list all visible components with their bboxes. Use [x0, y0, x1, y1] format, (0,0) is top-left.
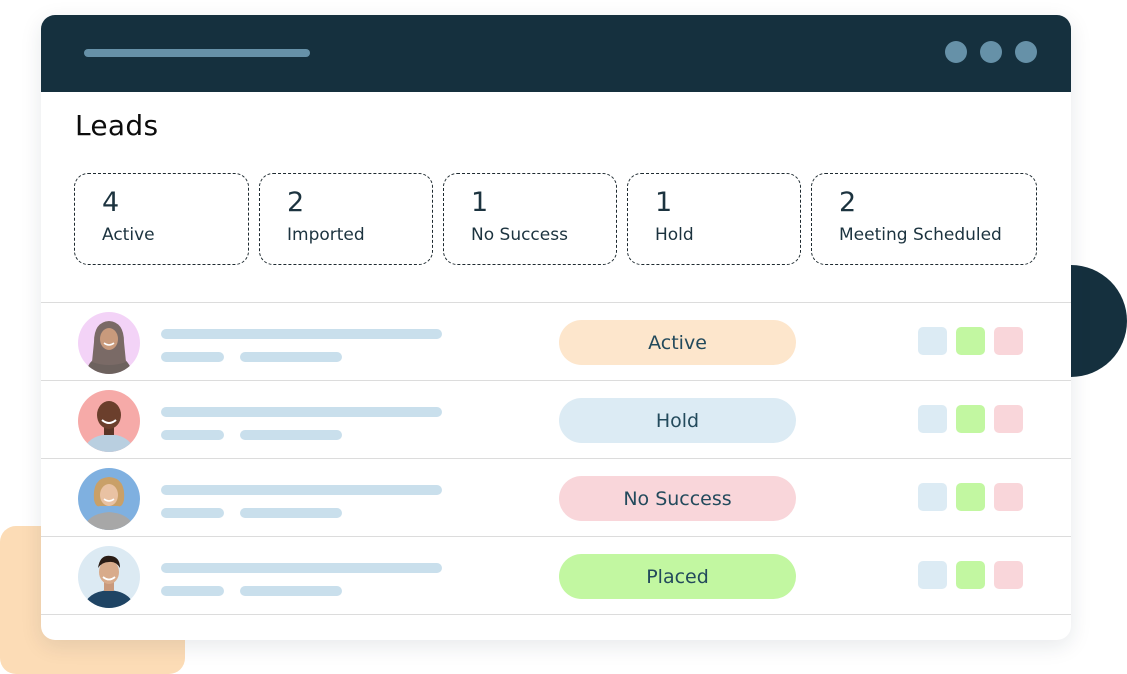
action-button-blue[interactable]: [918, 405, 947, 433]
woman-hijab-avatar: [78, 312, 140, 374]
man-dark-hair-avatar: [78, 546, 140, 608]
man-bald-avatar: [78, 390, 140, 452]
stat-card-imported[interactable]: 2 Imported: [259, 173, 433, 265]
title-placeholder-bar: [84, 49, 310, 57]
detail-placeholder: [240, 430, 342, 440]
row-actions: [918, 405, 1023, 433]
action-button-green[interactable]: [956, 483, 985, 511]
stat-count: 1: [471, 187, 489, 218]
lead-row[interactable]: Active: [41, 302, 1071, 380]
page-title: Leads: [75, 109, 159, 142]
name-placeholder: [161, 563, 442, 573]
detail-placeholder: [161, 352, 224, 362]
window-titlebar: [41, 15, 1071, 92]
stat-label: Hold: [655, 225, 694, 245]
lead-row[interactable]: Hold: [41, 380, 1071, 458]
status-badge[interactable]: Placed: [559, 554, 796, 599]
window-dot-icon[interactable]: [1015, 41, 1037, 63]
action-button-green[interactable]: [956, 561, 985, 589]
status-badge[interactable]: No Success: [559, 476, 796, 521]
stat-count: 2: [287, 187, 305, 218]
detail-placeholder: [161, 586, 224, 596]
stats-row: 4 Active 2 Imported 1 No Success 1 Hold …: [74, 173, 1037, 265]
stat-label: No Success: [471, 225, 568, 245]
stat-count: 1: [655, 187, 673, 218]
stat-count: 2: [839, 187, 857, 218]
detail-placeholder: [240, 586, 342, 596]
window-dot-icon[interactable]: [980, 41, 1002, 63]
detail-placeholder: [161, 430, 224, 440]
action-button-red[interactable]: [994, 405, 1023, 433]
stat-card-meeting-scheduled[interactable]: 2 Meeting Scheduled: [811, 173, 1037, 265]
stat-count: 4: [102, 187, 120, 218]
lead-row[interactable]: Placed: [41, 536, 1071, 615]
app-window: Leads 4 Active 2 Imported 1 No Success 1…: [41, 15, 1071, 640]
woman-blonde-avatar: [78, 468, 140, 530]
row-actions: [918, 561, 1023, 589]
window-dot-icon[interactable]: [945, 41, 967, 63]
action-button-red[interactable]: [994, 483, 1023, 511]
name-placeholder: [161, 407, 442, 417]
action-button-blue[interactable]: [918, 327, 947, 355]
status-badge[interactable]: Active: [559, 320, 796, 365]
name-placeholder: [161, 329, 442, 339]
stat-card-hold[interactable]: 1 Hold: [627, 173, 801, 265]
stat-card-active[interactable]: 4 Active: [74, 173, 249, 265]
action-button-red[interactable]: [994, 561, 1023, 589]
detail-placeholder: [240, 352, 342, 362]
detail-placeholder: [161, 508, 224, 518]
stat-card-no-success[interactable]: 1 No Success: [443, 173, 617, 265]
action-button-green[interactable]: [956, 327, 985, 355]
lead-row[interactable]: No Success: [41, 458, 1071, 536]
row-actions: [918, 327, 1023, 355]
stat-label: Imported: [287, 225, 365, 245]
action-button-green[interactable]: [956, 405, 985, 433]
action-button-blue[interactable]: [918, 483, 947, 511]
action-button-red[interactable]: [994, 327, 1023, 355]
name-placeholder: [161, 485, 442, 495]
stat-label: Meeting Scheduled: [839, 225, 1002, 245]
stat-label: Active: [102, 225, 155, 245]
window-controls: [945, 41, 1037, 63]
status-badge[interactable]: Hold: [559, 398, 796, 443]
row-actions: [918, 483, 1023, 511]
detail-placeholder: [240, 508, 342, 518]
action-button-blue[interactable]: [918, 561, 947, 589]
leads-list: Active Hold No Success Placed: [41, 302, 1071, 615]
